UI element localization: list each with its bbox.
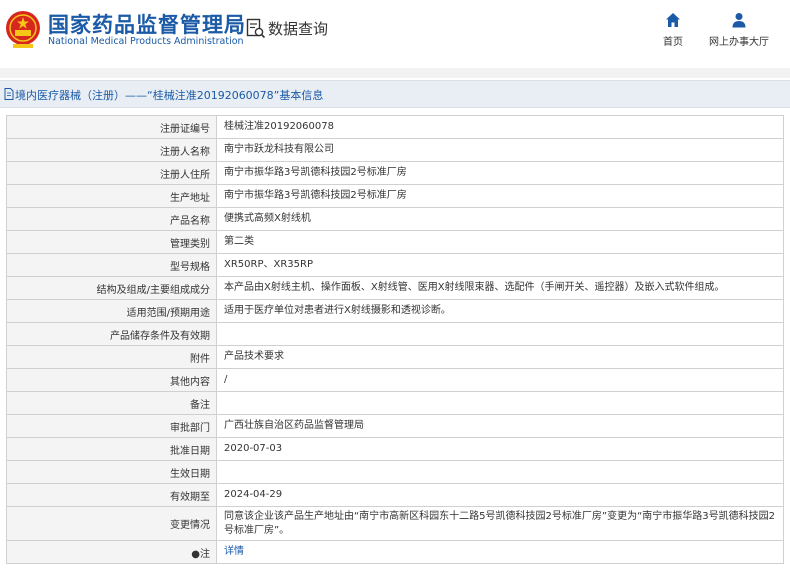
table-row: 生产地址 南宁市振华路3号凯德科技园2号标准厂房 — [6, 184, 784, 208]
table-row: 注册人住所 南宁市振华路3号凯德科技园2号标准厂房 — [6, 161, 784, 185]
field-label: 注册人名称 — [6, 138, 217, 162]
field-value: 适用于医疗单位对患者进行X射线摄影和透视诊断。 — [216, 299, 784, 323]
field-value: 2024-04-29 — [216, 483, 784, 507]
field-label: 产品储存条件及有效期 — [6, 322, 217, 346]
nav-online-service-label: 网上办事大厅 — [709, 37, 769, 48]
field-value: XR50RP、XR35RP — [216, 253, 784, 277]
field-label: 产品名称 — [6, 207, 217, 231]
site-header: 国家药品监督管理局 National Medical Products Admi… — [0, 0, 790, 68]
field-value: 广西壮族自治区药品监督管理局 — [216, 414, 784, 438]
field-value: 南宁市振华路3号凯德科技园2号标准厂房 — [216, 184, 784, 208]
table-row: 结构及组成/主要组成成分 本产品由X射线主机、操作面板、X射线管、医用X射线限束器… — [6, 276, 784, 300]
field-value: 便携式高频X射线机 — [216, 207, 784, 231]
field-value: 南宁市振华路3号凯德科技园2号标准厂房 — [216, 161, 784, 185]
field-label: 注册人住所 — [6, 161, 217, 185]
field-value: 2020-07-03 — [216, 437, 784, 461]
field-value: 桂械注准20192060078 — [216, 115, 784, 139]
table-row: 产品名称 便携式高频X射线机 — [6, 207, 784, 231]
field-label: 型号规格 — [6, 253, 217, 277]
field-value: 产品技术要求 — [216, 345, 784, 369]
data-query-icon — [246, 18, 266, 39]
person-icon — [732, 13, 746, 28]
field-label: 管理类别 — [6, 230, 217, 254]
table-row: 生效日期 — [6, 460, 784, 484]
field-label: 适用范围/预期用途 — [6, 299, 217, 323]
field-label: 附件 — [6, 345, 217, 369]
table-row: 备注 — [6, 391, 784, 415]
page-title: 境内医疗器械（注册）——“桂械注准20192060078”基本信息 — [15, 89, 324, 102]
field-label: 批准日期 — [6, 437, 217, 461]
note-label: ●注 — [6, 540, 217, 564]
field-label: 结构及组成/主要组成成分 — [6, 276, 217, 300]
field-value — [216, 322, 784, 346]
header-divider — [0, 68, 790, 78]
national-emblem-icon — [6, 11, 40, 48]
field-value: / — [216, 368, 784, 392]
field-value — [216, 460, 784, 484]
home-icon — [666, 13, 680, 27]
section-title: 数据查询 — [268, 20, 329, 38]
field-label: 备注 — [6, 391, 217, 415]
table-row: 批准日期 2020-07-03 — [6, 437, 784, 461]
field-value: 南宁市跃龙科技有限公司 — [216, 138, 784, 162]
table-row: 产品储存条件及有效期 — [6, 322, 784, 346]
detail-table: 注册证编号 桂械注准20192060078 注册人名称 南宁市跃龙科技有限公司 注册… — [6, 115, 784, 564]
field-label: 变更情况 — [6, 506, 217, 541]
table-row: 管理类别 第二类 — [6, 230, 784, 254]
field-label: 审批部门 — [6, 414, 217, 438]
field-label: 生效日期 — [6, 460, 217, 484]
nav-online-service-link[interactable]: 网上办事大厅 — [706, 12, 772, 52]
table-row: 适用范围/预期用途 适用于医疗单位对患者进行X射线摄影和透视诊断。 — [6, 299, 784, 323]
table-row: 其他内容 / — [6, 368, 784, 392]
agency-name-cn: 国家药品监督管理局 — [48, 13, 246, 37]
field-value — [216, 391, 784, 415]
table-row: 审批部门 广西壮族自治区药品监督管理局 — [6, 414, 784, 438]
table-row: 有效期至 2024-04-29 — [6, 483, 784, 507]
field-value: 同意该企业该产品生产地址由“南宁市高新区科园东十二路5号凯德科技园2号标准厂房”… — [216, 506, 784, 541]
agency-name-en: National Medical Products Administration — [48, 36, 244, 47]
table-row: 变更情况 同意该企业该产品生产地址由“南宁市高新区科园东十二路5号凯德科技园2号标… — [6, 506, 784, 541]
document-icon — [4, 88, 14, 100]
details-link[interactable]: 详情 — [224, 546, 244, 557]
nav-home-label: 首页 — [663, 37, 683, 48]
table-row: 注册人名称 南宁市跃龙科技有限公司 — [6, 138, 784, 162]
breadcrumb: 境内医疗器械（注册）——“桂械注准20192060078”基本信息 — [0, 80, 790, 108]
nav-home-link[interactable]: 首页 — [655, 12, 691, 52]
field-label: 注册证编号 — [6, 115, 217, 139]
field-value: 第二类 — [216, 230, 784, 254]
table-row: 注册证编号 桂械注准20192060078 — [6, 115, 784, 139]
table-row: 型号规格 XR50RP、XR35RP — [6, 253, 784, 277]
table-row: 附件 产品技术要求 — [6, 345, 784, 369]
field-label: 有效期至 — [6, 483, 217, 507]
table-row: ●注 详情 — [6, 540, 784, 564]
field-value: 本产品由X射线主机、操作面板、X射线管、医用X射线限束器、选配件（手闸开关、遥控… — [216, 276, 784, 300]
field-label: 其他内容 — [6, 368, 217, 392]
field-label: 生产地址 — [6, 184, 217, 208]
